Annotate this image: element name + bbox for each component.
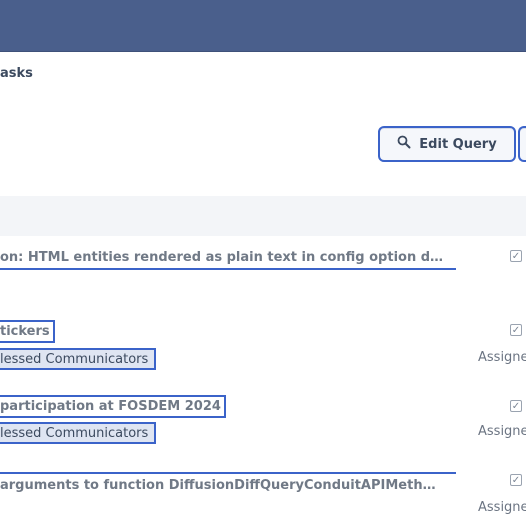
assigned-label: Assigne (478, 350, 526, 365)
query-header: Edit Query (0, 96, 526, 197)
breadcrumb: asks (0, 52, 526, 97)
task-title-link[interactable]: participation at FOSDEM 2024 (0, 395, 226, 418)
task-list-header (0, 196, 526, 237)
task-title-link[interactable]: tickers (0, 320, 55, 343)
checkbox-icon[interactable]: ✓ (510, 474, 522, 486)
task-title-link[interactable]: on: HTML entities rendered as plain text… (0, 250, 456, 270)
assigned-label: Assigne (478, 424, 526, 439)
project-tag[interactable]: lessed Communicators (0, 348, 157, 370)
assigned-label: Assigne (478, 500, 526, 515)
project-tag[interactable]: lessed Communicators (0, 422, 157, 444)
task-row[interactable]: arguments to function DiffusionDiffQuery… (0, 460, 526, 526)
edit-query-button[interactable]: Edit Query (378, 126, 516, 162)
task-title-link[interactable]: arguments to function DiffusionDiffQuery… (0, 472, 456, 496)
top-navigation-bar (0, 0, 526, 52)
search-icon (397, 135, 411, 153)
task-row[interactable]: participation at FOSDEM 2024 lessed Comm… (0, 384, 526, 461)
edit-query-label: Edit Query (419, 136, 497, 152)
page: asks Edit Query on: HTML entities render… (0, 0, 526, 526)
more-actions-button[interactable] (518, 126, 526, 162)
task-row[interactable]: on: HTML entities rendered as plain text… (0, 236, 526, 311)
task-row[interactable]: tickers lessed Communicators ✓ Assigne (0, 310, 526, 385)
checkbox-icon[interactable]: ✓ (510, 250, 522, 262)
checkbox-icon[interactable]: ✓ (510, 324, 522, 336)
breadcrumb-item-tasks[interactable]: asks (0, 66, 33, 81)
checkbox-icon[interactable]: ✓ (510, 400, 522, 412)
